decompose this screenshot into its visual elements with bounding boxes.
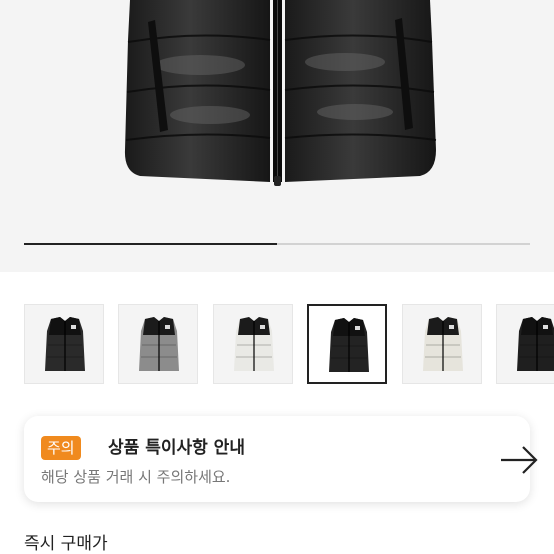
thumb-black-vest-2[interactable] — [307, 304, 387, 384]
notice-subtitle: 해당 상품 거래 시 주의하세요. — [41, 468, 231, 486]
notice-title: 상품 특이사항 안내 — [108, 438, 245, 458]
vest-image — [45, 317, 85, 371]
thumb-cream-vest[interactable] — [402, 304, 482, 384]
thumb-black-vest-1[interactable] — [24, 304, 104, 384]
gallery-progress-fill — [24, 243, 277, 245]
thumb-black-vest-3[interactable] — [496, 304, 554, 384]
instant-buy-price-label: 즉시 구매가 — [24, 534, 108, 554]
vest-image — [234, 317, 274, 371]
notice-card[interactable]: 주의 상품 특이사항 안내 해당 상품 거래 시 주의하세요. — [24, 416, 538, 502]
vest-image — [329, 318, 369, 372]
vest-image — [517, 317, 554, 371]
thumb-grey-vest[interactable] — [118, 304, 198, 384]
product-image — [124, 0, 437, 186]
vest-image — [139, 317, 179, 371]
vest-image — [423, 317, 463, 371]
warning-badge: 주의 — [41, 436, 81, 460]
thumbnail-strip — [0, 304, 554, 388]
arrow-right-icon[interactable] — [499, 445, 539, 475]
thumb-white-vest[interactable] — [213, 304, 293, 384]
product-image-carousel[interactable] — [0, 0, 554, 272]
gallery-progress-bar — [24, 243, 530, 245]
